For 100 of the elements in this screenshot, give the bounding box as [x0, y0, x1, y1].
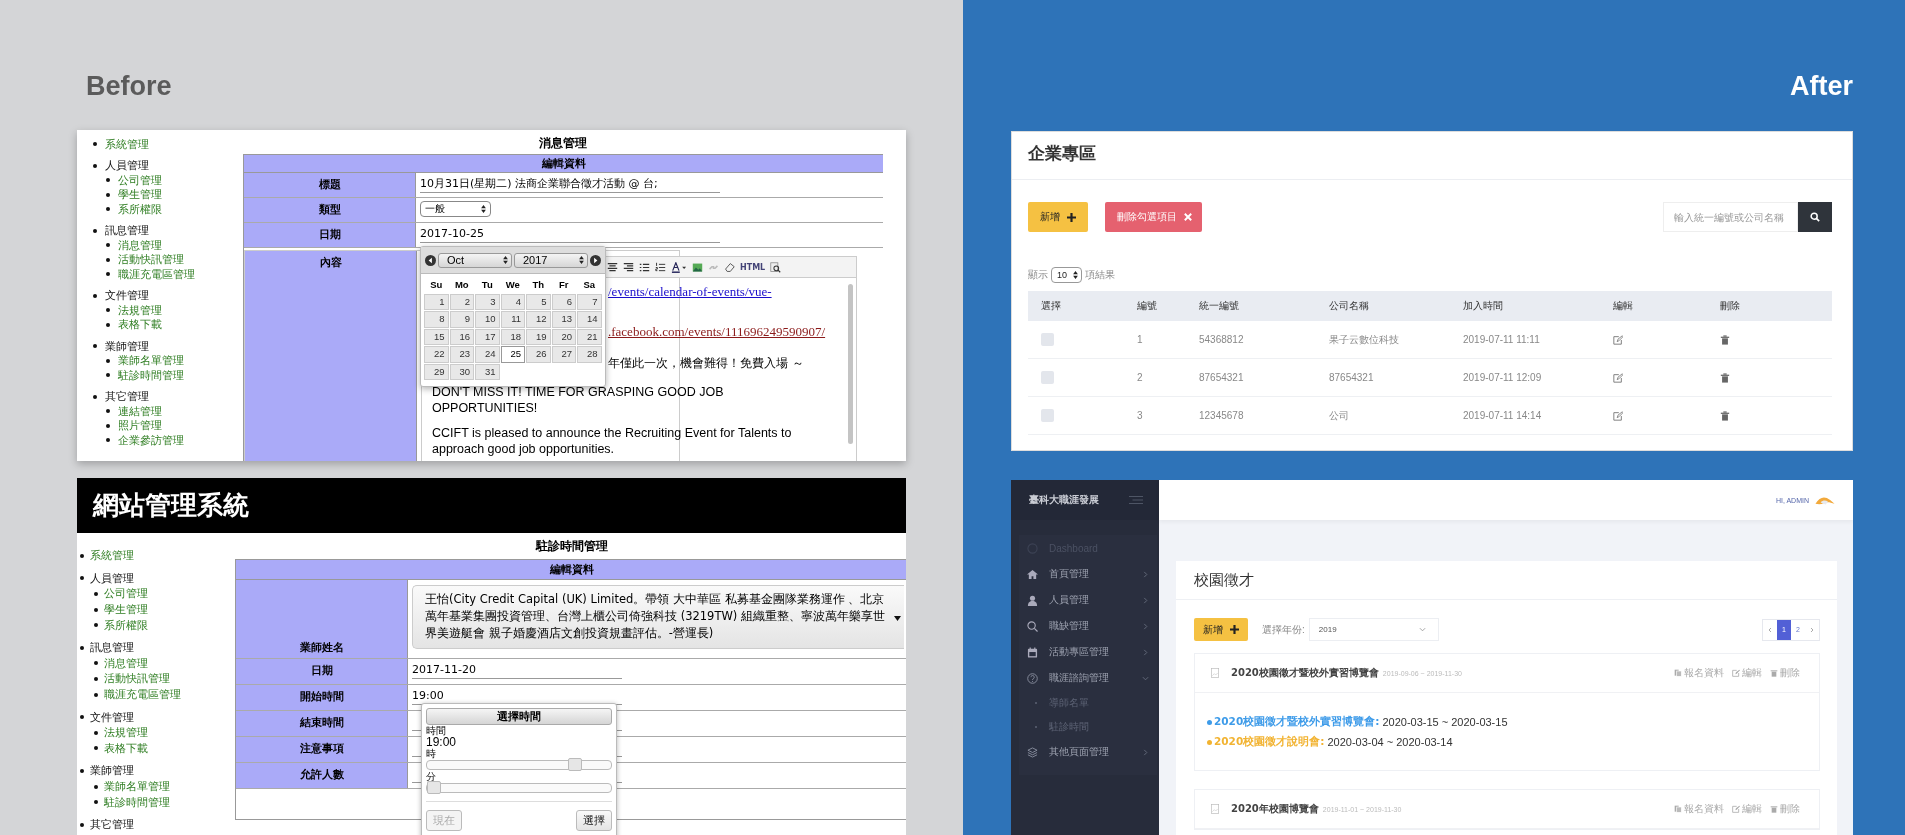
calendar-day[interactable]: 23	[449, 346, 474, 363]
menu-item[interactable]: 活動專區管理	[1019, 639, 1157, 665]
menu-link[interactable]: 系所權限	[104, 617, 148, 633]
calendar-day[interactable]: 22	[424, 346, 449, 363]
trash-icon[interactable]	[1720, 410, 1730, 421]
image-icon[interactable]	[692, 261, 703, 273]
calendar-day[interactable]: 6	[551, 293, 576, 310]
search-button[interactable]	[1798, 202, 1832, 232]
edit-icon[interactable]	[1613, 410, 1623, 421]
menu-link[interactable]: 企業參訪管理	[118, 432, 184, 448]
menu-link[interactable]: 系統管理	[90, 548, 134, 564]
row-checkbox[interactable]	[1041, 409, 1054, 422]
link[interactable]: /events/calendar-of-events/vue-	[608, 284, 772, 299]
calendar-day[interactable]: 9	[449, 311, 474, 328]
calendar-day[interactable]: 10	[475, 311, 500, 328]
menu-link[interactable]: 業師名單管理	[118, 353, 184, 369]
calendar-day[interactable]: 28	[577, 346, 602, 363]
text-color-icon[interactable]	[671, 261, 687, 273]
calendar-day[interactable]: 21	[577, 328, 602, 345]
picker-header-button[interactable]: 選擇時間	[426, 708, 612, 725]
time-slider[interactable]	[426, 783, 612, 793]
menu-link[interactable]: 業師名單管理	[104, 779, 170, 794]
calendar-day[interactable]: 8	[424, 311, 449, 328]
type-select[interactable]: 一般	[420, 201, 491, 217]
page-size-select[interactable]: 10	[1051, 267, 1082, 283]
bullet-list-icon[interactable]	[639, 261, 650, 273]
menu-link[interactable]: 學生管理	[118, 187, 162, 203]
calendar-day[interactable]: 2	[449, 293, 474, 310]
calendar-day[interactable]: 12	[526, 311, 551, 328]
calendar-day[interactable]: 11	[500, 311, 525, 328]
calendar-day[interactable]: 13	[551, 311, 576, 328]
menu-link[interactable]: 駐診時間管理	[104, 794, 170, 810]
year-select[interactable]: 2019	[1308, 618, 1439, 641]
menu-link[interactable]: 系所權限	[118, 201, 162, 217]
edit-icon[interactable]	[1613, 372, 1623, 383]
numbered-list-icon[interactable]	[655, 261, 666, 273]
calendar-day[interactable]: 5	[526, 293, 551, 310]
menu-link[interactable]: 學生管理	[104, 602, 148, 618]
slider-thumb[interactable]	[427, 781, 441, 794]
add-button[interactable]: 新增	[1028, 202, 1088, 232]
edit-icon[interactable]	[1613, 334, 1623, 345]
scrollbar[interactable]	[848, 284, 853, 444]
month-select[interactable]: Oct	[438, 252, 512, 268]
menu-link[interactable]: 法規管理	[104, 725, 148, 741]
calendar-day[interactable]: 16	[449, 328, 474, 345]
align-right-icon[interactable]	[623, 261, 634, 273]
year-select[interactable]: 2017	[514, 252, 588, 268]
input-field[interactable]: 10月31日(星期二) 法商企業聯合徵才活動 @ 台;	[420, 176, 720, 193]
find-icon[interactable]	[770, 261, 782, 273]
calendar-day[interactable]: 4	[500, 293, 525, 310]
menu-link[interactable]: 活動快訊管理	[104, 671, 170, 687]
menu-link[interactable]: 駐診時間管理	[118, 367, 184, 383]
menu-item[interactable]: 人員管理	[1019, 587, 1157, 613]
trash-icon[interactable]	[1720, 372, 1730, 383]
row-checkbox[interactable]	[1041, 371, 1054, 384]
slider-thumb[interactable]	[568, 758, 583, 771]
row-checkbox[interactable]	[1041, 333, 1054, 346]
menu-link[interactable]: 表格下載	[104, 740, 148, 756]
menu-link[interactable]: 公司管理	[118, 172, 162, 188]
calendar-day[interactable]: 7	[577, 293, 602, 310]
align-center-icon[interactable]	[607, 261, 618, 273]
time-slider[interactable]	[426, 760, 612, 770]
link[interactable]: .facebook.com/events/111696249590907/	[608, 324, 826, 339]
calendar-day[interactable]: 24	[475, 346, 500, 363]
calendar-day[interactable]: 25	[500, 346, 525, 363]
calendar-day[interactable]: 18	[500, 328, 525, 345]
html-button[interactable]: HTML	[740, 262, 766, 272]
menu-link[interactable]: 連結管理	[118, 403, 162, 419]
menu-link[interactable]: 系統管理	[105, 136, 149, 152]
menu-link[interactable]: 活動快訊管理	[118, 252, 184, 268]
menu-link[interactable]: 消息管理	[118, 237, 162, 253]
menu-link[interactable]: 職涯充電區管理	[118, 266, 195, 282]
calendar-day[interactable]: 19	[526, 328, 551, 345]
menu-link[interactable]: 照片管理	[118, 418, 162, 434]
menu-link[interactable]: 公司管理	[104, 586, 148, 602]
menu-item[interactable]: 其他頁面管理	[1019, 739, 1157, 765]
calendar-day[interactable]: 27	[551, 346, 576, 363]
input-field[interactable]: 2017-10-25	[420, 226, 720, 243]
calendar-day[interactable]: 26	[526, 346, 551, 363]
mentor-select[interactable]: 王怡(City Credit Capital (UK) Limited。帶領 大中華區 私募基金團隊業務運作 、北京萬年基業集團投資管理、台灣上櫃公司倚強科技 (3219TW) 組織重整、寧波萬年樂享世界美遊艇會 親子婚慶酒店文創投資規畫評估。-營運長)	[412, 585, 904, 649]
input-field[interactable]: 2017-11-20	[412, 662, 622, 679]
menu-item[interactable]: 職涯諮詢管理	[1019, 665, 1157, 691]
menu-link[interactable]: 消息管理	[104, 655, 148, 671]
picker-button[interactable]: 選擇	[576, 810, 612, 831]
calendar-day[interactable]: 20	[551, 328, 576, 345]
calendar-day[interactable]: 1	[424, 293, 449, 310]
menu-item[interactable]: 職缺管理	[1019, 613, 1157, 639]
menu-link[interactable]: 職涯充電區管理	[104, 687, 181, 703]
menu-link[interactable]: 表格下載	[118, 317, 162, 333]
calendar-day[interactable]: 30	[449, 363, 474, 380]
next-month-icon[interactable]	[590, 254, 601, 266]
calendar-day[interactable]: 29	[424, 363, 449, 380]
menu-link[interactable]: 法規管理	[118, 302, 162, 318]
calendar-day[interactable]: 15	[424, 328, 449, 345]
trash-icon[interactable]	[1720, 334, 1730, 345]
calendar-day[interactable]: 3	[475, 293, 500, 310]
add-button[interactable]: 新增	[1194, 618, 1248, 641]
eraser-icon[interactable]	[724, 261, 735, 273]
menu-item[interactable]: 首頁管理	[1019, 561, 1157, 587]
calendar-day[interactable]: 17	[475, 328, 500, 345]
